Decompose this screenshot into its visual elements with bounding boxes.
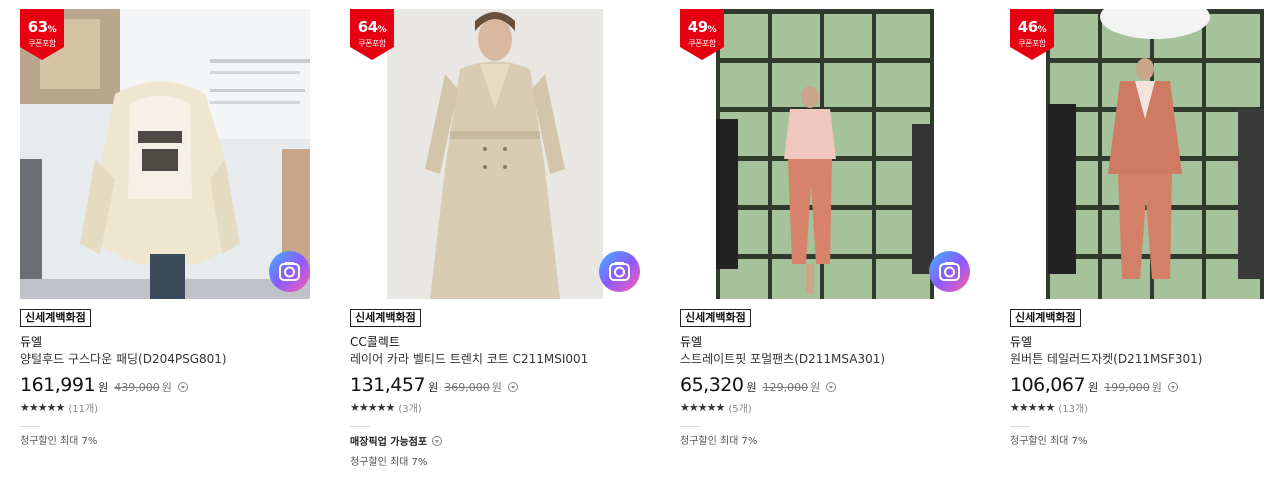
- discount-badge: 63% 쿠폰포함: [20, 9, 68, 60]
- store-pickup-label: 매장픽업 가능점포: [350, 437, 428, 448]
- product-name[interactable]: 스트레이트핏 포멀팬츠(D211MSA301): [680, 352, 970, 367]
- original-price: 439,000: [114, 381, 160, 394]
- original-currency: 원: [1151, 381, 1162, 394]
- brand-name[interactable]: CC콜렉트: [350, 335, 640, 349]
- percent-sign: %: [1037, 25, 1047, 35]
- card-discount-note: 청구할인 최대 7%: [1010, 436, 1088, 447]
- divider: [20, 426, 40, 427]
- sale-price: 131,457: [350, 374, 426, 396]
- rating-row: ★★★★★ (3개): [350, 400, 640, 415]
- percent-sign: %: [377, 25, 387, 35]
- sale-price: 106,067: [1010, 374, 1086, 396]
- currency: 원: [428, 381, 439, 394]
- product-name[interactable]: 레이어 카라 벨티드 트렌치 코트 C211MSI001: [350, 352, 640, 367]
- star-rating: ★★★★★: [680, 400, 725, 414]
- star-rating: ★★★★★: [20, 400, 65, 414]
- product-image[interactable]: 64% 쿠폰포함: [350, 9, 640, 299]
- review-count[interactable]: (11개): [68, 400, 98, 415]
- original-currency: 원: [810, 381, 821, 394]
- percent-sign: %: [707, 25, 717, 35]
- store-tag[interactable]: 신세계백화점: [350, 309, 421, 327]
- original-currency: 원: [491, 381, 502, 394]
- review-count[interactable]: (3개): [398, 400, 421, 415]
- card-discount-note: 청구할인 최대 7%: [350, 457, 428, 468]
- coupon-label: 쿠폰포함: [688, 39, 716, 48]
- discount-badge: 46% 쿠폰포함: [1010, 9, 1058, 60]
- product-name[interactable]: 원버튼 테일러드자켓(D211MSF301): [1010, 352, 1287, 367]
- coupon-label: 쿠폰포함: [358, 39, 386, 48]
- coupon-label: 쿠폰포함: [28, 39, 56, 48]
- divider: [1010, 426, 1030, 427]
- store-pickup-link[interactable]: 매장픽업 가능점포: [350, 433, 640, 448]
- product-image[interactable]: 63% 쿠폰포함: [20, 9, 310, 299]
- price-row: 106,067 원 199,000 원: [1010, 374, 1287, 396]
- product-image[interactable]: 46% 쿠폰포함: [1010, 9, 1287, 299]
- camera-search-icon[interactable]: [269, 251, 310, 292]
- product-image[interactable]: 49% 쿠폰포함: [680, 9, 970, 299]
- price-info-icon[interactable]: [177, 382, 188, 392]
- price-info-icon[interactable]: [1167, 382, 1178, 392]
- star-rating: ★★★★★: [1010, 400, 1055, 414]
- card-discount-note: 청구할인 최대 7%: [680, 436, 758, 447]
- star-rating: ★★★★★: [350, 400, 395, 414]
- rating-row: ★★★★★ (5개): [680, 400, 970, 415]
- price-info-icon[interactable]: [826, 382, 837, 392]
- discount-percent: 46: [1017, 18, 1038, 36]
- sale-price: 161,991: [20, 374, 96, 396]
- product-card[interactable]: 64% 쿠폰포함 신세계백화점 CC콜렉트 레이어 카라 벨티드 트렌치 코트 …: [350, 9, 640, 468]
- discount-percent: 63: [27, 18, 48, 36]
- rating-row: ★★★★★ (11개): [20, 400, 310, 415]
- currency: 원: [98, 381, 109, 394]
- currency: 원: [1088, 381, 1099, 394]
- sale-price: 65,320: [680, 374, 744, 396]
- divider: [680, 426, 700, 427]
- discount-badge: 64% 쿠폰포함: [350, 9, 398, 60]
- price-row: 161,991 원 439,000 원: [20, 374, 310, 396]
- discount-percent: 64: [357, 18, 378, 36]
- brand-name[interactable]: 듀엘: [680, 335, 970, 349]
- discount-badge: 49% 쿠폰포함: [680, 9, 728, 60]
- product-card[interactable]: 49% 쿠폰포함 신세계백화점 듀엘 스트레이트핏 포멀팬츠(D211MSA30…: [680, 9, 970, 447]
- original-price: 369,000: [444, 381, 490, 394]
- price-info-icon[interactable]: [507, 382, 518, 392]
- brand-name[interactable]: 듀엘: [20, 335, 310, 349]
- store-tag[interactable]: 신세계백화점: [20, 309, 91, 327]
- card-discount-note: 청구할인 최대 7%: [20, 436, 98, 447]
- price-row: 65,320 원 129,000 원: [680, 374, 970, 396]
- original-price: 199,000: [1104, 381, 1150, 394]
- currency: 원: [746, 381, 757, 394]
- camera-search-icon[interactable]: [599, 251, 640, 292]
- original-price: 129,000: [762, 381, 809, 394]
- store-tag[interactable]: 신세계백화점: [680, 309, 751, 327]
- pickup-info-icon[interactable]: [432, 435, 443, 446]
- product-name[interactable]: 양털후드 구스다운 패딩(D204PSG801): [20, 352, 310, 367]
- brand-name[interactable]: 듀엘: [1010, 335, 1287, 349]
- divider: [350, 426, 370, 427]
- review-count[interactable]: (13개): [1058, 400, 1088, 415]
- store-tag[interactable]: 신세계백화점: [1010, 309, 1081, 327]
- rating-row: ★★★★★ (13개): [1010, 400, 1287, 415]
- review-count[interactable]: (5개): [728, 400, 751, 415]
- product-card[interactable]: 46% 쿠폰포함 신세계백화점 듀엘 원버튼 테일러드자켓(D211MSF301…: [1010, 9, 1287, 447]
- coupon-label: 쿠폰포함: [1018, 39, 1046, 48]
- original-currency: 원: [161, 381, 172, 394]
- product-card[interactable]: 63% 쿠폰포함 신세계백화점 듀엘 양털후드 구스다운 패딩(D204PSG8…: [20, 9, 310, 447]
- percent-sign: %: [47, 25, 57, 35]
- discount-percent: 49: [687, 18, 708, 36]
- camera-search-icon[interactable]: [929, 251, 970, 292]
- price-row: 131,457 원 369,000 원: [350, 374, 640, 396]
